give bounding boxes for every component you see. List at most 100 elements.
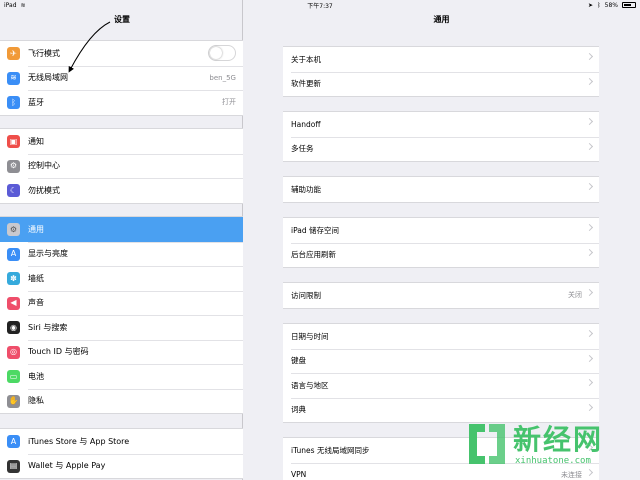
settings-row[interactable]: 语言与地区 (283, 373, 599, 398)
app-store-icon: A (7, 435, 20, 448)
wifi-status-icon: ≋ (20, 1, 26, 9)
settings-row-label: 软件更新 (291, 79, 321, 89)
watermark-logo-icon (469, 424, 505, 464)
sidebar-item-label: Touch ID 与密码 (28, 347, 89, 357)
sidebar-item[interactable]: ⚙ 控制中心 (0, 153, 243, 179)
settings-row-label: 多任务 (291, 144, 314, 154)
sidebar-item[interactable]: ✽ 墙纸 (0, 266, 243, 291)
clock: 下午7:37 (307, 2, 333, 10)
chevron-right-icon (585, 52, 594, 61)
settings-row-label: 日期与时间 (291, 331, 329, 341)
gear-icon: ⚙ (7, 223, 20, 236)
settings-row[interactable]: 辅助功能 (283, 177, 599, 202)
sidebar-item-value: ben_5G (209, 73, 236, 82)
airplane-mode-toggle[interactable] (208, 45, 236, 61)
sidebar-item[interactable]: ✈ 飞行模式 (0, 41, 243, 66)
sidebar-item[interactable]: ◎ Touch ID 与密码 (0, 339, 243, 365)
sidebar-item-label: 控制中心 (28, 161, 60, 171)
chevron-right-icon (585, 223, 594, 232)
sidebar-item[interactable]: AiTunes Store 与 App Store (0, 429, 243, 454)
settings-row-label: 关于本机 (291, 54, 321, 64)
chevron-right-icon (585, 403, 594, 411)
sidebar-item[interactable]: ◀ 声音 (0, 290, 243, 316)
privacy-icon: ✋ (7, 394, 20, 408)
sidebar-item[interactable]: ᛒ 蓝牙 打开 (0, 90, 243, 115)
settings-row-label: 语言与地区 (291, 380, 329, 390)
status-bar: iPad ≋ 下午7:37 ➤ ᛒ 58% (0, 0, 640, 10)
sidebar-item-label: 通用 (28, 224, 44, 234)
battery-icon: ▭ (7, 370, 20, 383)
settings-row[interactable]: 软件更新 (283, 71, 599, 97)
settings-row[interactable]: 日期与时间 (283, 324, 599, 349)
settings-row-value: 关闭 (568, 291, 582, 300)
control-center-icon: ⚙ (7, 159, 20, 173)
settings-row-label: 词典 (291, 405, 306, 415)
settings-row-label: VPN (291, 470, 307, 480)
device-label: iPad (4, 1, 17, 9)
siri-icon: ◉ (7, 321, 20, 334)
wallpaper-icon: ✽ (7, 272, 20, 285)
chevron-right-icon (585, 182, 594, 191)
sidebar-item[interactable]: ☾ 勿扰模式 (0, 178, 243, 203)
chevron-right-icon (585, 142, 594, 150)
settings-row[interactable]: 关于本机 (283, 47, 599, 72)
settings-row-label: 后台应用刷新 (291, 250, 336, 260)
display-icon: A (7, 247, 20, 261)
settings-row[interactable]: iPad 储存空间 (283, 218, 599, 243)
general-detail-pane: 通用 关于本机 软件更新 Handoff 多任务 辅助功能 iPad 储存空间 后台应用刷新… (243, 0, 640, 480)
sidebar-item[interactable]: ▤ Wallet 与 Apple Pay (0, 453, 243, 479)
settings-row-label: 键盘 (291, 356, 306, 366)
sidebar-group: ▣ 通知 ⚙ 控制中心 ☾ 勿扰模式 (0, 128, 243, 204)
settings-row-label: 访问限制 (291, 290, 321, 300)
moon-icon: ☾ (7, 184, 20, 197)
sidebar-item[interactable]: ⚙ 通用 (0, 217, 243, 242)
settings-row[interactable]: 多任务 (283, 136, 599, 162)
settings-row[interactable]: 后台应用刷新 (283, 242, 599, 268)
settings-sidebar: ✈ 飞行模式 ≋ 无线局域网 ben_5G ᛒ 蓝牙 打开 ▣ 通知 ⚙ 控制中心 ☾ 勿扰模式 ⚙ 通用 A 显… (0, 0, 243, 480)
sidebar-group: AiTunes Store 与 App Store ▤ Wallet 与 Apple… (0, 428, 243, 479)
settings-row[interactable]: Handoff (283, 112, 599, 137)
settings-group: 访问限制 关闭 (283, 282, 599, 309)
sidebar-item-label: 隐私 (28, 396, 44, 406)
sidebar-group: ⚙ 通用 A 显示与亮度 ✽ 墙纸 ◀ 声音 ◉ Siri 与搜索 ◎ Touch ID 与密码 ▭ 电池… (0, 216, 243, 414)
sidebar-item-label: Siri 与搜索 (28, 322, 68, 332)
sound-icon: ◀ (7, 296, 20, 310)
chevron-right-icon (585, 117, 594, 126)
wifi-icon: ≋ (7, 71, 20, 85)
sidebar-item-label: 电池 (28, 371, 44, 381)
sidebar-item-label: Wallet 与 Apple Pay (28, 461, 106, 471)
settings-group: 关于本机 软件更新 (283, 46, 599, 97)
sidebar-item-label: 无线局域网 (28, 73, 68, 83)
bluetooth-icon: ᛒ (7, 96, 20, 109)
watermark: 新经网 xinhuatone.com (465, 418, 635, 474)
sidebar-item[interactable]: A 显示与亮度 (0, 241, 243, 267)
chevron-right-icon (585, 288, 594, 297)
sidebar-item-label: 通知 (28, 136, 44, 146)
sidebar-item[interactable]: ◉ Siri 与搜索 (0, 315, 243, 340)
sidebar-item[interactable]: ≋ 无线局域网 ben_5G (0, 65, 243, 91)
settings-row[interactable]: 访问限制 关闭 (283, 283, 599, 308)
sidebar-item-label: 显示与亮度 (28, 249, 68, 259)
settings-row-label: Handoff (291, 119, 321, 129)
sidebar-item-value: 打开 (222, 98, 236, 107)
sidebar-item-label: 蓝牙 (28, 97, 44, 107)
sidebar-item-label: iTunes Store 与 App Store (28, 436, 130, 446)
battery-icon (622, 2, 636, 8)
sidebar-item-label: 勿扰模式 (28, 185, 60, 195)
bluetooth-status-icon: ᛒ (597, 1, 601, 9)
chevron-right-icon (585, 329, 594, 338)
chevron-right-icon (585, 378, 594, 387)
sidebar-group: ✈ 飞行模式 ≋ 无线局域网 ben_5G ᛒ 蓝牙 打开 (0, 40, 243, 116)
settings-group: Handoff 多任务 (283, 111, 599, 162)
settings-row-label: iPad 储存空间 (291, 225, 340, 235)
sidebar-item[interactable]: ▣ 通知 (0, 129, 243, 154)
sidebar-item[interactable]: ✋ 隐私 (0, 388, 243, 414)
sidebar-item-label: 飞行模式 (28, 48, 60, 58)
watermark-title: 新经网 (513, 423, 604, 456)
settings-row[interactable]: 键盘 (283, 348, 599, 374)
chevron-right-icon (585, 77, 594, 85)
settings-group: 日期与时间键盘语言与地区词典 (283, 323, 599, 423)
sidebar-item[interactable]: ▭ 电池 (0, 364, 243, 389)
watermark-subtitle: xinhuatone.com (515, 456, 591, 466)
settings-group: iPad 储存空间 后台应用刷新 (283, 217, 599, 268)
